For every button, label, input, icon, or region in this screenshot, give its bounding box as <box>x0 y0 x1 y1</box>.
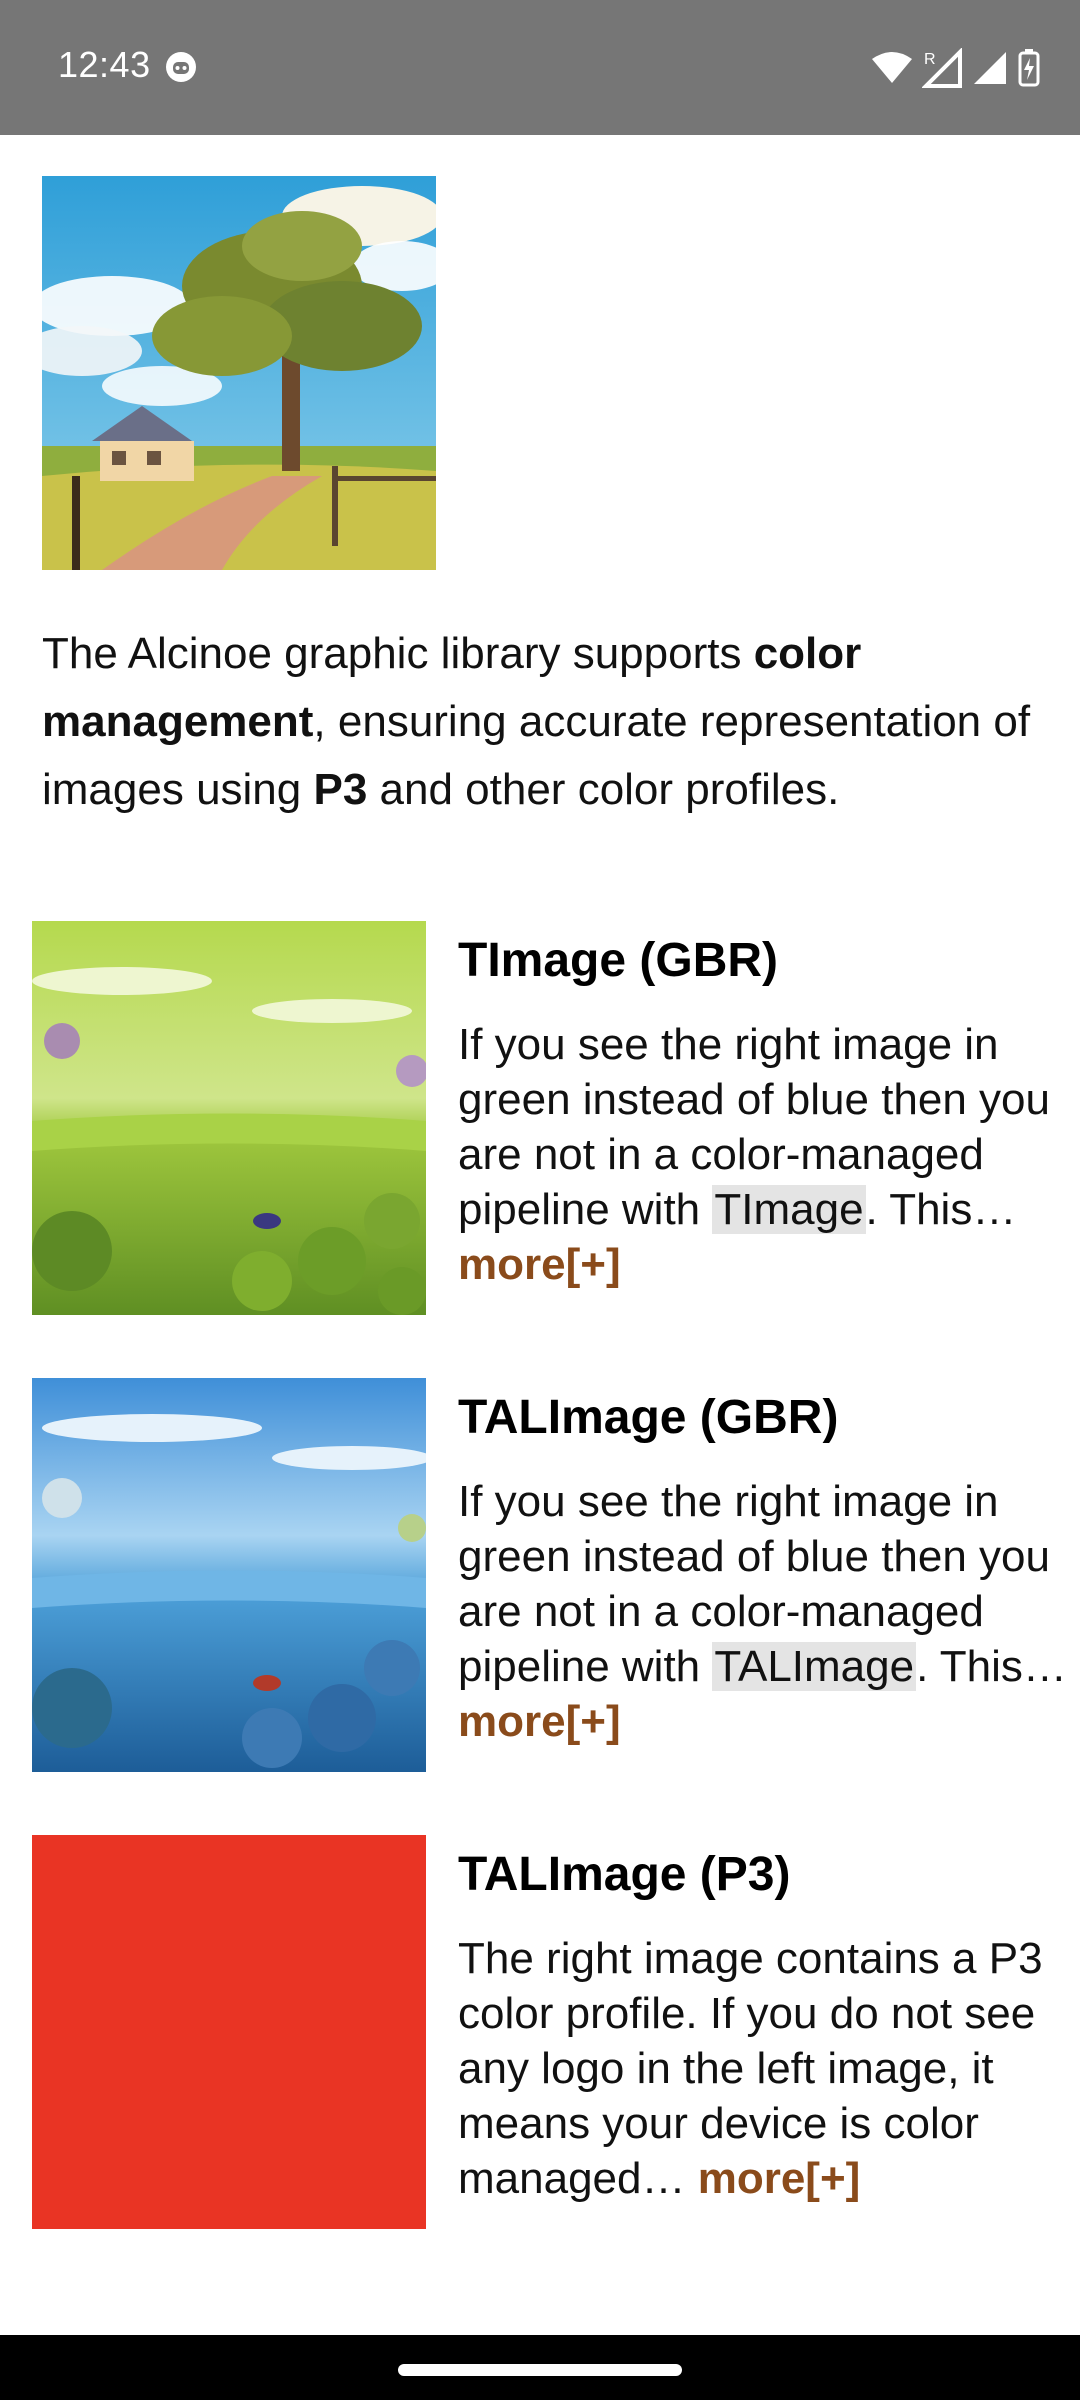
card-image-red <box>32 1835 426 2229</box>
more-link[interactable]: more[+] <box>458 1240 621 1289</box>
more-link[interactable]: more[+] <box>458 1697 621 1746</box>
card-image-blue <box>32 1378 426 1772</box>
home-gesture-handle[interactable] <box>398 2364 682 2376</box>
wifi-icon <box>872 52 912 83</box>
more-link[interactable]: more[+] <box>698 2154 861 2203</box>
card-talimage-gbr: TALImage (GBR) If you see the right imag… <box>32 1378 1067 1772</box>
hero-image <box>42 176 436 570</box>
card-talimage-p3: TALImage (P3) The right image contains a… <box>32 1835 1048 2229</box>
intro-text: The Alcinoe graphic library supports col… <box>42 629 1031 814</box>
code-timage: TImage <box>712 1185 866 1234</box>
signal-icon <box>974 52 1006 84</box>
card-title: TALImage (P3) <box>458 1848 791 1901</box>
card-title: TALImage (GBR) <box>458 1391 839 1444</box>
battery-charging-icon <box>1018 49 1040 87</box>
card-title: TImage (GBR) <box>458 934 779 987</box>
card-description: If you see the right image in green inst… <box>458 1477 1067 1746</box>
card-description: If you see the right image in green inst… <box>458 1020 1051 1289</box>
card-timage-gbr: TImage (GBR) If you see the right image … <box>32 921 1050 1315</box>
signal-roaming-icon: R <box>922 48 962 88</box>
card-image-green <box>32 921 426 1315</box>
status-time: 12:43 <box>58 44 151 85</box>
card-description: The right image contains a P3 color prof… <box>458 1934 1043 2203</box>
status-bar: 12:43 R <box>0 0 1080 135</box>
robot-face-icon <box>166 52 196 82</box>
code-talimage: TALImage <box>712 1642 917 1691</box>
intro-bold-p3: P3 <box>313 765 368 814</box>
roaming-letter: R <box>924 51 936 68</box>
